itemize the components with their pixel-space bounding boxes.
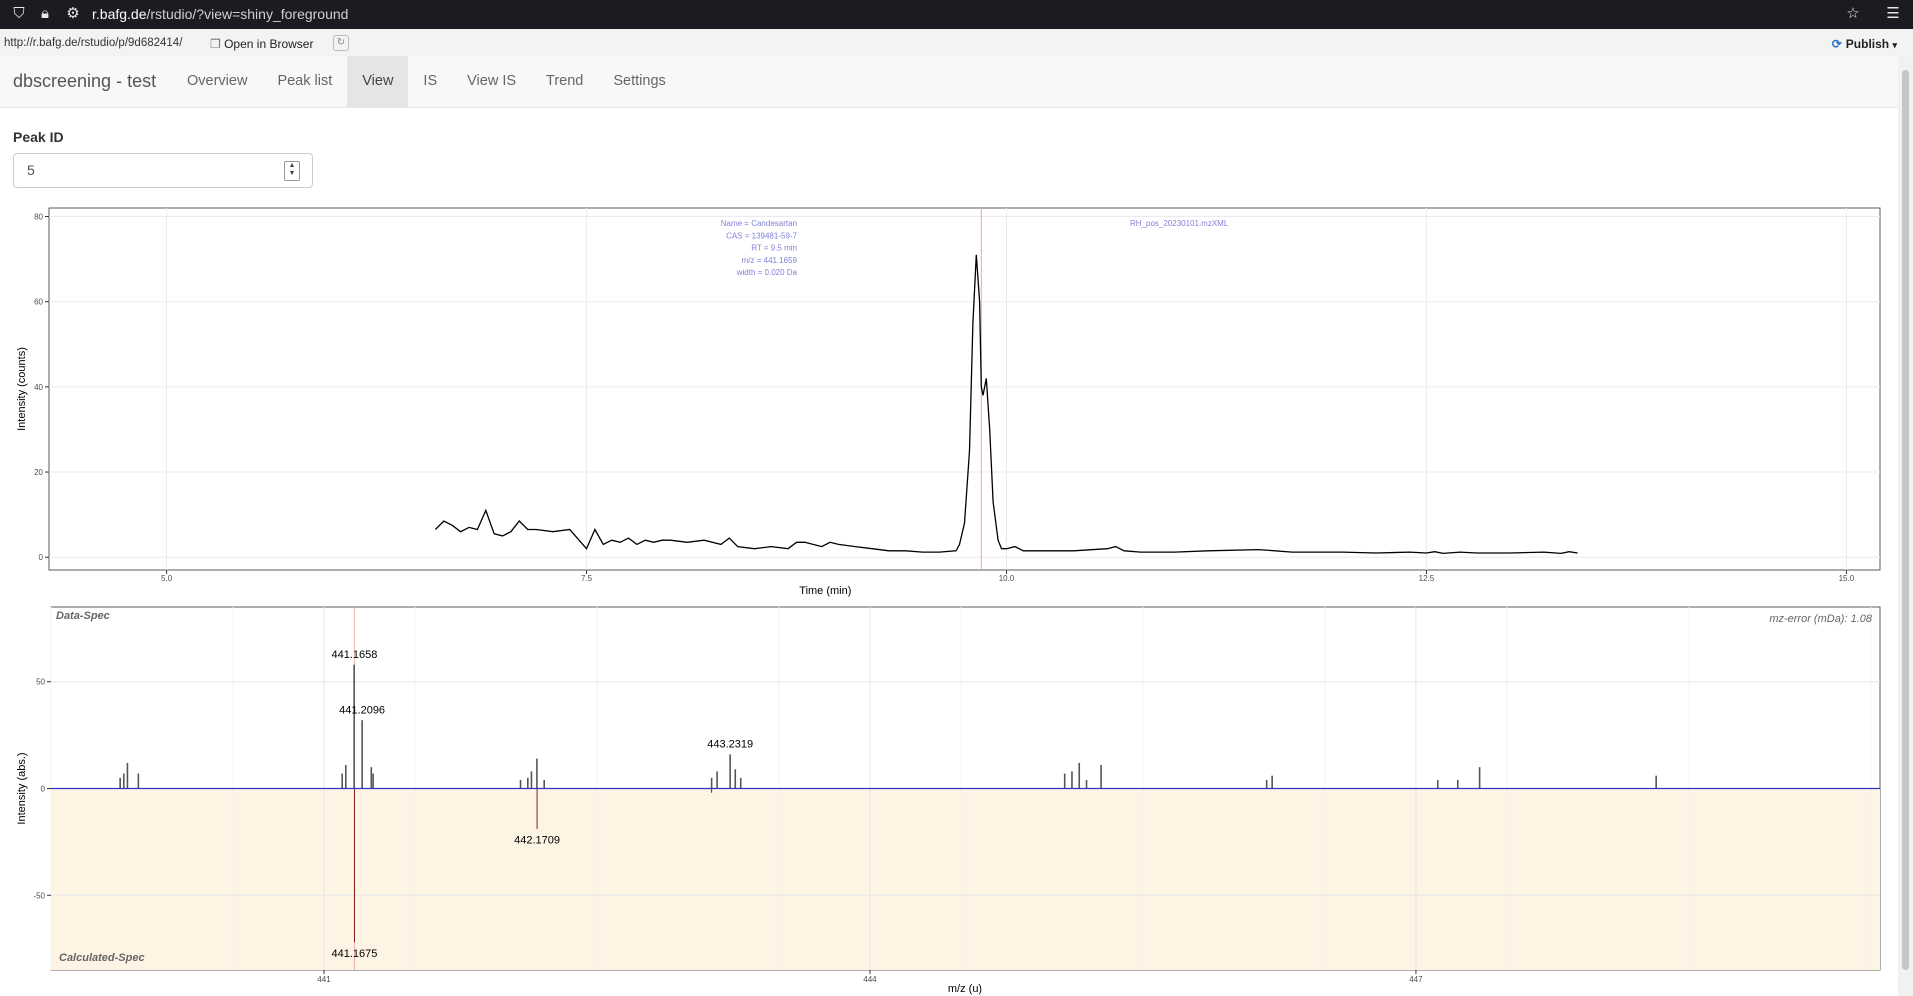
- scrollbar-thumb[interactable]: [1902, 70, 1909, 970]
- chrom-annotation: m/z = 441.1659: [742, 256, 798, 265]
- chrom-y-tick-label: 0: [39, 553, 44, 562]
- open-in-browser-label: Open in Browser: [224, 37, 314, 51]
- spec-peak-label: 441.2096: [339, 704, 385, 716]
- publish-icon: ⟳: [1831, 37, 1842, 51]
- bookmark-star-icon[interactable]: ☆: [1844, 5, 1862, 23]
- chevron-down-icon: ▾: [1892, 40, 1897, 50]
- page-scrollbar[interactable]: [1898, 56, 1913, 996]
- chromatogram-chart[interactable]: 5.0 7.5 10.0 12.5 15.0 0 20 40 60 80 Name = Candes…: [0, 200, 1898, 598]
- menu-icon[interactable]: ☰: [1884, 5, 1902, 23]
- peak-id-value: 5: [27, 162, 35, 178]
- spec-peak-label: 443.2319: [707, 739, 753, 751]
- tab-overview[interactable]: Overview: [172, 56, 262, 107]
- chrom-y-label: Intensity (counts): [16, 347, 28, 431]
- url-bar[interactable]: r.bafg.de/rstudio/?view=shiny_foreground: [92, 6, 348, 22]
- tab-peak-list[interactable]: Peak list: [262, 56, 347, 107]
- app-title: dbscreening - test: [13, 71, 157, 91]
- stepper-up-icon[interactable]: ▲: [289, 162, 296, 169]
- chrom-x-tick-label: 10.0: [999, 574, 1015, 583]
- peak-id-input[interactable]: 5 ▲ ▼: [13, 153, 313, 188]
- app-navbar: dbscreening - test Overview Peak list Vi…: [0, 56, 1898, 108]
- url-path: /rstudio/?view=shiny_foreground: [146, 6, 349, 22]
- permissions-icon[interactable]: ⚙: [64, 5, 82, 23]
- spec-y-tick-label: 0: [41, 785, 46, 794]
- spec-x-tick-label: 441: [317, 975, 331, 984]
- viewer-path: http://r.bafg.de/rstudio/p/9d682414/: [4, 37, 183, 49]
- spec-y-label: Intensity (abs.): [16, 752, 28, 824]
- spec-peak-label: 442.1709: [514, 835, 560, 847]
- spec-top-label: Data-Spec: [56, 610, 110, 622]
- spec-mz-error: mz-error (mDa): 1.08: [1769, 613, 1873, 625]
- spec-peak-label: 441.1658: [332, 649, 378, 661]
- chrom-y-tick-label: 20: [34, 468, 43, 477]
- spec-bottom-label: Calculated-Spec: [59, 952, 145, 964]
- tab-is[interactable]: IS: [408, 56, 452, 107]
- spec-x-tick-label: 444: [863, 975, 877, 984]
- stepper-down-icon[interactable]: ▼: [289, 170, 296, 177]
- nav-tabs: Overview Peak list View IS View IS Trend…: [172, 56, 681, 107]
- chrom-x-tick-label: 5.0: [161, 574, 173, 583]
- publish-button[interactable]: ⟳ Publish ▾: [1832, 37, 1897, 51]
- chrom-annotation: Name = Candesartan: [721, 219, 797, 228]
- chrom-file-label: RH_pos_20230101.mzXML: [1130, 219, 1229, 228]
- spec-x-label: m/z (u): [948, 983, 982, 995]
- peak-id-stepper[interactable]: ▲ ▼: [284, 161, 300, 181]
- chrom-x-tick-label: 15.0: [1839, 574, 1855, 583]
- tab-view[interactable]: View: [347, 56, 409, 107]
- chrom-annotation: width = 0.020 Da: [736, 268, 798, 277]
- publish-label: Publish: [1845, 37, 1890, 51]
- tab-settings[interactable]: Settings: [598, 56, 680, 107]
- chrom-y-tick-label: 80: [34, 213, 43, 222]
- rstudio-viewer-toolbar: http://r.bafg.de/rstudio/p/9d682414/ ❐ O…: [0, 29, 1913, 57]
- chrom-y-tick-label: 40: [34, 383, 43, 392]
- chrom-x-tick-label: 12.5: [1419, 574, 1435, 583]
- chrom-x-tick-label: 7.5: [581, 574, 593, 583]
- mass-spectrum-chart[interactable]: 441 444 447 -50 0 50 441.1658 441.2096 443.2319 4…: [0, 600, 1898, 996]
- spec-calculated-region: [51, 788, 1880, 970]
- open-browser-icon: ❐: [210, 37, 225, 51]
- chrom-annotation: RT = 9.5 min: [751, 244, 797, 253]
- tab-trend[interactable]: Trend: [531, 56, 598, 107]
- open-in-browser-button[interactable]: ❐ Open in Browser: [210, 37, 313, 51]
- spec-y-tick-label: -50: [33, 891, 45, 900]
- url-domain: r.bafg.de: [92, 6, 147, 22]
- chrom-y-tick-label: 60: [34, 298, 43, 307]
- spec-y-tick-label: 50: [36, 678, 45, 687]
- peak-id-label: Peak ID: [13, 129, 64, 145]
- lock-icon[interactable]: 🔒︎: [36, 5, 54, 23]
- chrom-annotation: CAS = 139481-59-7: [726, 231, 797, 240]
- shield-icon[interactable]: ⛉: [10, 5, 28, 23]
- spec-x-tick-label: 447: [1409, 975, 1423, 984]
- spec-peak-label: 441.1675: [332, 948, 378, 960]
- refresh-icon[interactable]: ↻: [333, 35, 349, 51]
- browser-toolbar: ⛉ 🔒︎ ⚙ r.bafg.de/rstudio/?view=shiny_for…: [0, 0, 1913, 29]
- chrom-x-label: Time (min): [799, 585, 851, 597]
- tab-view-is[interactable]: View IS: [452, 56, 531, 107]
